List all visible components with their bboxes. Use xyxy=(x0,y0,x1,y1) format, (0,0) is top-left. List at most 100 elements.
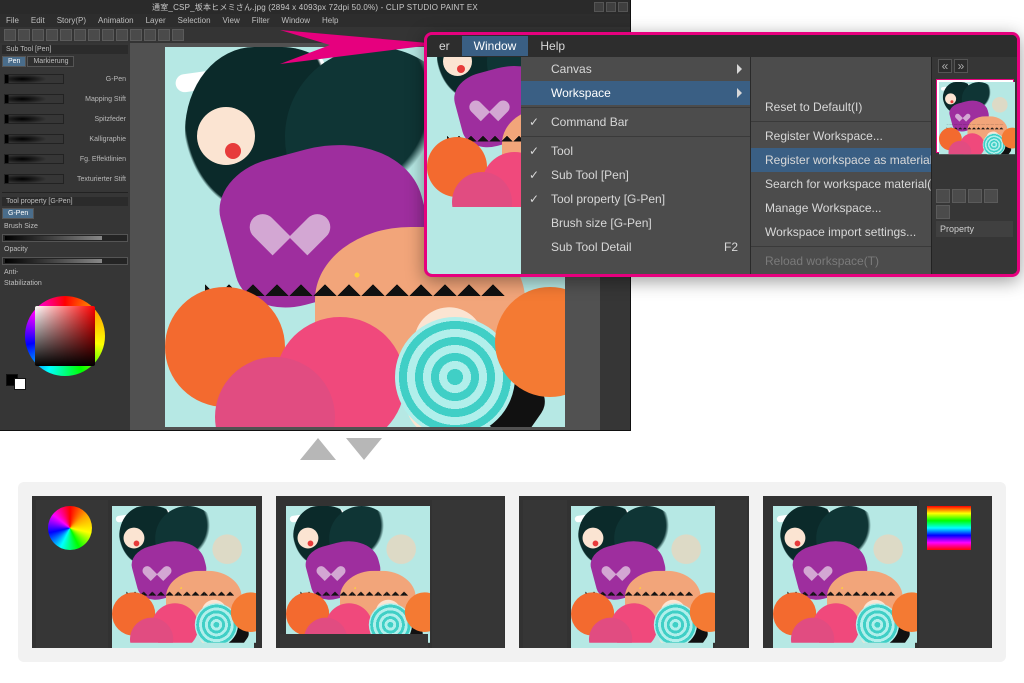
brush-effekt[interactable]: Fg. Effektlinien xyxy=(2,150,128,168)
menu-item-subtooldetail[interactable]: Sub Tool Detail F2 xyxy=(521,235,750,259)
color-wheel-icon xyxy=(48,506,92,550)
menu-item-subtool[interactable]: Sub Tool [Pen] xyxy=(521,163,750,187)
tab-pen[interactable]: Pen xyxy=(2,56,26,67)
shortcut-label: F2 xyxy=(710,240,738,254)
prop-opacity: Opacity xyxy=(4,246,28,253)
brush-preview-icon xyxy=(4,94,64,104)
clipstudio-icon[interactable] xyxy=(4,29,16,41)
menu-filter[interactable]: Filter xyxy=(246,16,276,25)
popover-menu-help[interactable]: Help xyxy=(528,39,577,53)
menu-help[interactable]: Help xyxy=(316,16,344,25)
cut-icon[interactable] xyxy=(88,29,100,41)
brush-spitzfeder[interactable]: Spitzfeder xyxy=(2,110,128,128)
menu-item-commandbar[interactable]: Command Bar xyxy=(521,110,750,134)
workspace-thumbnails xyxy=(18,482,1006,662)
undo-icon[interactable] xyxy=(60,29,72,41)
flip-icon[interactable] xyxy=(984,189,998,203)
opacity-slider[interactable] xyxy=(2,257,128,265)
fgbg-swatch[interactable] xyxy=(6,374,26,390)
save-icon[interactable] xyxy=(46,29,58,41)
prop-brushsize: Brush Size xyxy=(4,223,38,230)
chevron-right-icon xyxy=(737,88,742,98)
nav-prev-icon[interactable]: « xyxy=(938,59,952,73)
menu-view[interactable]: View xyxy=(217,16,246,25)
prop-stab: Stabilization xyxy=(4,280,42,287)
menu-item-canvas[interactable]: Canvas xyxy=(521,57,750,81)
maximize-button[interactable] xyxy=(606,2,616,12)
open-icon[interactable] xyxy=(32,29,44,41)
fit-icon[interactable] xyxy=(936,205,950,219)
popover-menu-left[interactable]: er xyxy=(427,39,462,53)
left-palette-column: Sub Tool [Pen] Pen Markierung G-Pen Mapp… xyxy=(0,43,130,430)
color-wheel[interactable] xyxy=(25,296,105,376)
brush-preview-icon xyxy=(4,114,64,124)
subtool-header: Sub Tool [Pen] xyxy=(2,45,128,54)
new-icon[interactable] xyxy=(18,29,30,41)
workspace-thumb-4[interactable] xyxy=(763,496,993,648)
brush-preview-icon xyxy=(4,134,64,144)
paste-icon[interactable] xyxy=(116,29,128,41)
menu-item-brushsize[interactable]: Brush size [G-Pen] xyxy=(521,211,750,235)
triangle-down-icon xyxy=(346,438,382,460)
workspace-thumb-2[interactable] xyxy=(276,496,506,648)
menu-item-tool[interactable]: Tool xyxy=(521,139,750,163)
workspace-thumb-3[interactable] xyxy=(519,496,749,648)
artwork xyxy=(427,57,521,207)
minimize-button[interactable] xyxy=(594,2,604,12)
tab-marker[interactable]: Markierung xyxy=(27,56,74,67)
brush-textur[interactable]: Texturierter Stift xyxy=(2,170,128,188)
redo-icon[interactable] xyxy=(74,29,86,41)
popover-menu-window[interactable]: Window xyxy=(462,36,529,56)
workspace-thumb-1[interactable] xyxy=(32,496,262,648)
brush-kalli[interactable]: Kalligraphie xyxy=(2,130,128,148)
navigator-palette: « » xyxy=(931,57,1017,277)
close-button[interactable] xyxy=(618,2,628,12)
nav-next-icon[interactable]: » xyxy=(954,59,968,73)
menu-window[interactable]: Window xyxy=(276,16,316,25)
zoom-icon[interactable] xyxy=(952,189,966,203)
bg-color-icon[interactable] xyxy=(14,378,26,390)
toolprop-header: Tool property [G-Pen] xyxy=(2,197,128,206)
menu-item-toolproperty[interactable]: Tool property [G-Pen] xyxy=(521,187,750,211)
menu-file[interactable]: File xyxy=(0,16,25,25)
artwork xyxy=(939,82,1015,154)
select-icon[interactable] xyxy=(130,29,142,41)
popover-canvas-strip xyxy=(427,57,521,277)
copy-icon[interactable] xyxy=(102,29,114,41)
artwork xyxy=(286,506,430,643)
window-menu-list: Canvas Workspace Command Bar Tool Sub To… xyxy=(521,57,751,277)
zoom-icon[interactable] xyxy=(936,189,950,203)
transform-arrows xyxy=(300,438,382,460)
transform-icon[interactable] xyxy=(144,29,156,41)
color-slider-icon xyxy=(927,506,971,550)
menu-story[interactable]: Story(P) xyxy=(51,16,92,25)
popover-menubar: er Window Help xyxy=(427,35,1017,57)
title-text: 通室_CSP_坂本ヒメミさん.jpg (2894 x 4093px 72dpi … xyxy=(152,3,478,12)
menu-edit[interactable]: Edit xyxy=(25,16,51,25)
menu-item-workspace[interactable]: Workspace xyxy=(521,81,750,105)
brush-gpen[interactable]: G-Pen xyxy=(2,70,128,88)
menu-animation[interactable]: Animation xyxy=(92,16,140,25)
toolprop-tab[interactable]: G-Pen xyxy=(2,208,34,219)
property-label: Property xyxy=(936,221,1013,237)
menu-selection[interactable]: Selection xyxy=(172,16,217,25)
titlebar: 通室_CSP_坂本ヒメミさん.jpg (2894 x 4093px 72dpi … xyxy=(0,0,630,14)
triangle-up-icon xyxy=(300,438,336,460)
brush-preview-icon xyxy=(4,174,64,184)
rotate-icon[interactable] xyxy=(968,189,982,203)
artwork xyxy=(571,506,715,643)
menu-layer[interactable]: Layer xyxy=(140,16,172,25)
ruler-icon[interactable] xyxy=(158,29,170,41)
menubar: File Edit Story(P) Animation Layer Selec… xyxy=(0,14,630,27)
window-menu-popover: er Window Help xyxy=(424,32,1020,277)
prop-anti: Anti- xyxy=(4,269,18,276)
subtool-tabs: Pen Markierung xyxy=(2,56,128,67)
brush-preview-icon xyxy=(4,74,64,84)
chevron-right-icon xyxy=(737,64,742,74)
artwork xyxy=(112,506,256,643)
navigator-thumbnail[interactable] xyxy=(936,79,1014,153)
3d-icon[interactable] xyxy=(172,29,184,41)
workspace-submenu-area: Reset to Default(I) Register Workspace..… xyxy=(751,57,1017,277)
brush-mapping[interactable]: Mapping Stift xyxy=(2,90,128,108)
brushsize-slider[interactable] xyxy=(2,234,128,242)
